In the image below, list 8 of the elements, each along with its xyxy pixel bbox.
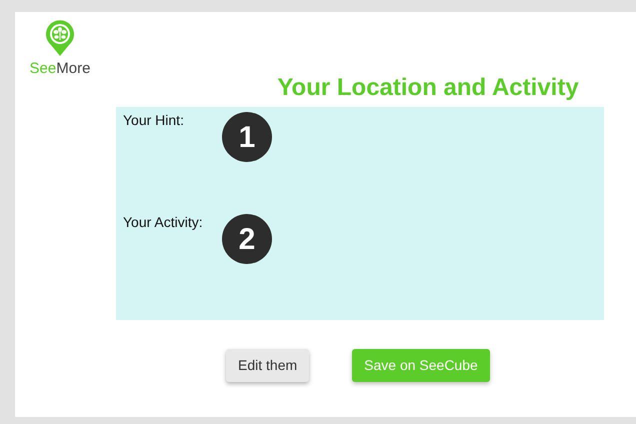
edit-button[interactable]: Edit them (226, 349, 310, 382)
leaf-pin-icon (44, 20, 76, 56)
page-title: Your Location and Activity (277, 73, 579, 103)
number-badge: 1 (222, 112, 272, 162)
field-label: Your Activity: (123, 213, 204, 232)
logo-wordmark: SeeMore (30, 61, 90, 76)
field-label: Your Hint: (123, 111, 185, 130)
number-badge: 2 (222, 214, 272, 264)
